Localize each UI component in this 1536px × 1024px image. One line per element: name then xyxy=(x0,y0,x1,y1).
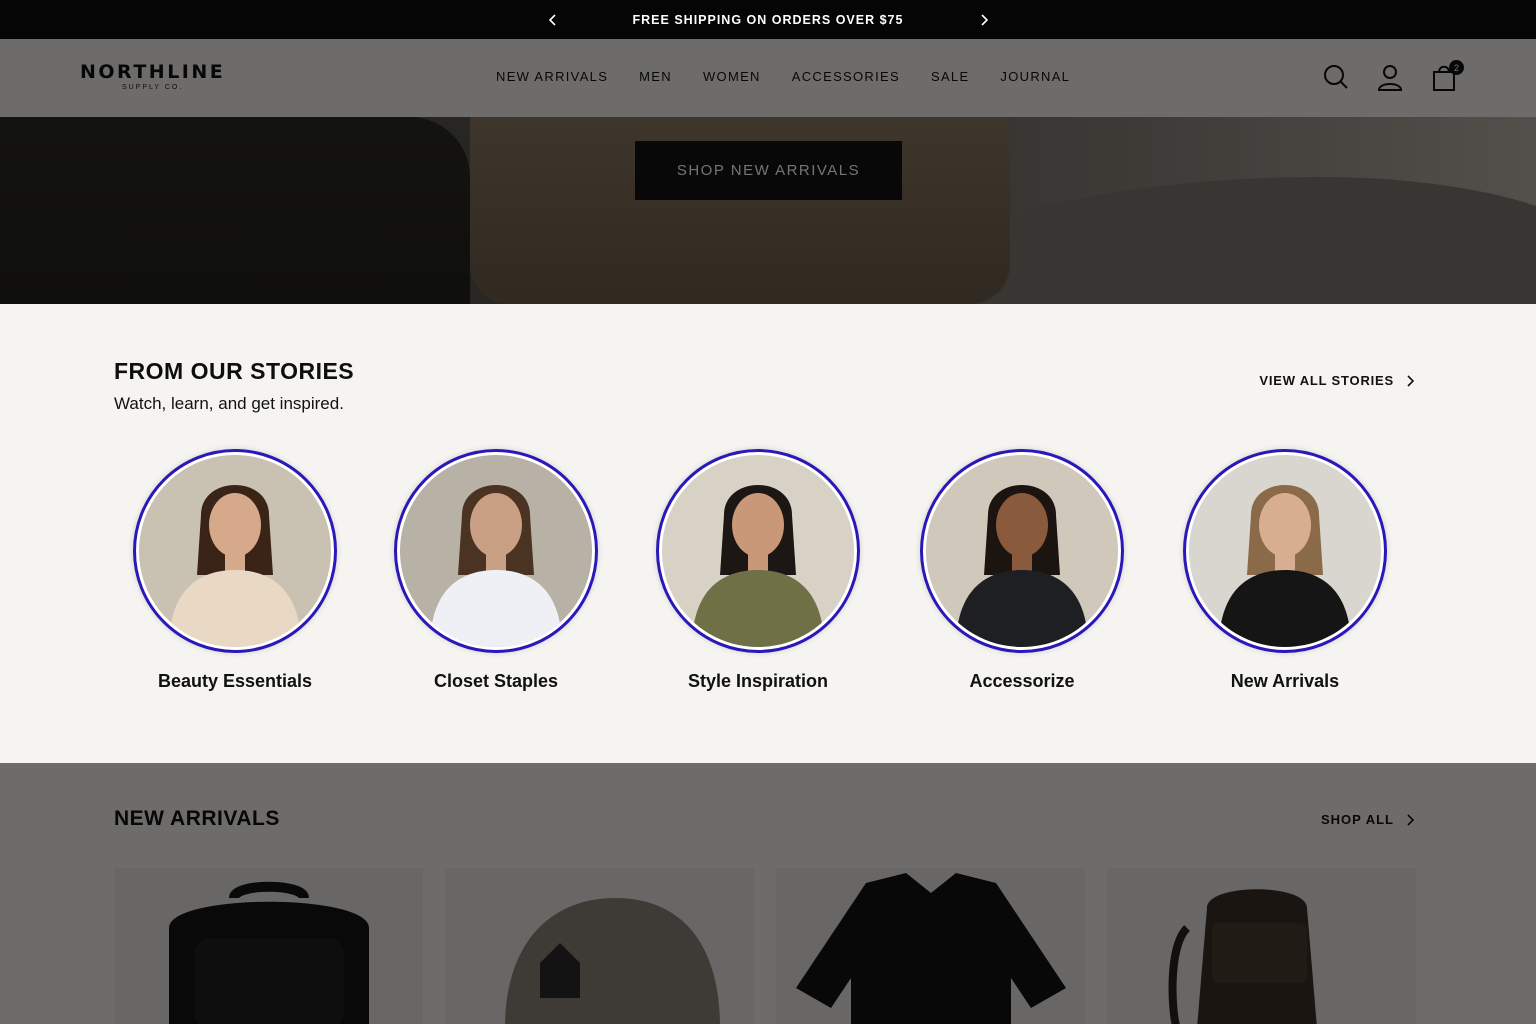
shop-all-link[interactable]: SHOP ALL xyxy=(1321,812,1414,827)
story-label: Accessorize xyxy=(969,671,1075,691)
story-photo xyxy=(662,455,854,647)
chevron-left-icon xyxy=(548,13,556,26)
rucksack-image xyxy=(1168,889,1317,1024)
story-label: Beauty Essentials xyxy=(157,671,313,691)
chevron-right-icon xyxy=(981,13,989,26)
story-new-arrivals[interactable]: New Arrivals xyxy=(1183,449,1387,692)
brand-subtitle: SUPPLY CO. xyxy=(121,84,184,91)
new-arrivals-section: NEW ARRIVALS SHOP ALL xyxy=(0,763,1536,1024)
view-all-stories-label: VIEW ALL STORIES xyxy=(1259,373,1394,388)
shop-new-arrivals-button[interactable]: SHOP NEW ARRIVALS xyxy=(635,141,902,200)
cap-image xyxy=(505,898,720,1024)
brand-name: NORTHLINE xyxy=(80,61,226,83)
story-photo xyxy=(400,455,592,647)
story-ring xyxy=(920,449,1124,653)
account-icon xyxy=(1377,65,1403,91)
product-card-shirt[interactable] xyxy=(776,868,1085,1024)
cart-button[interactable]: 2 xyxy=(1430,60,1464,92)
portrait-illustration xyxy=(926,455,1118,647)
product-card-rucksack[interactable] xyxy=(1107,868,1416,1024)
nav-sale[interactable]: SALE xyxy=(931,69,969,84)
story-closet-staples[interactable]: Closet Staples xyxy=(394,449,598,692)
shirt-image xyxy=(796,873,1066,1024)
story-ring xyxy=(1183,449,1387,653)
search-icon xyxy=(1324,65,1348,89)
story-ring xyxy=(656,449,860,653)
announcement-prev-button[interactable] xyxy=(538,0,568,39)
story-photo xyxy=(139,455,331,647)
cart-count-badge: 2 xyxy=(1449,60,1464,75)
account-button[interactable] xyxy=(1376,62,1404,92)
story-label: Closet Staples xyxy=(433,671,559,691)
story-label: Style Inspiration xyxy=(687,671,829,691)
chevron-right-icon xyxy=(1407,813,1414,826)
story-photo xyxy=(926,455,1118,647)
brand-logo[interactable]: NORTHLINE SUPPLY CO. xyxy=(80,61,225,91)
story-label: New Arrivals xyxy=(1230,671,1340,691)
story-ring xyxy=(133,449,337,653)
chevron-right-icon xyxy=(1407,374,1414,387)
portrait-illustration xyxy=(1189,455,1381,647)
site-header: NORTHLINE SUPPLY CO. NEW ARRIVALS MEN WO… xyxy=(0,39,1536,117)
nav-new-arrivals[interactable]: NEW ARRIVALS xyxy=(496,69,608,84)
stories-subtitle: Watch, learn, and get inspired. xyxy=(114,394,344,413)
view-all-stories-link[interactable]: VIEW ALL STORIES xyxy=(1259,373,1414,388)
backpack-image xyxy=(169,881,369,1024)
new-arrivals-title: NEW ARRIVALS xyxy=(114,807,280,830)
header-icons: 2 xyxy=(1322,60,1464,92)
nav-accessories[interactable]: ACCESSORIES xyxy=(792,69,900,84)
nav-women[interactable]: WOMEN xyxy=(703,69,761,84)
hero-figure-left xyxy=(0,117,470,304)
announcement-bar: FREE SHIPPING ON ORDERS OVER $75 xyxy=(0,0,1536,39)
announcement-text: FREE SHIPPING ON ORDERS OVER $75 xyxy=(632,12,904,27)
stories-title: FROM OUR STORIES xyxy=(114,358,355,384)
nav-men[interactable]: MEN xyxy=(639,69,672,84)
main-nav: NEW ARRIVALS MEN WOMEN ACCESSORIES SALE … xyxy=(496,69,1070,84)
shop-all-label: SHOP ALL xyxy=(1320,812,1394,827)
portrait-illustration xyxy=(400,455,592,647)
nav-journal[interactable]: JOURNAL xyxy=(1000,69,1070,84)
product-card-backpack[interactable] xyxy=(114,868,423,1024)
portrait-illustration xyxy=(662,455,854,647)
announcement-next-button[interactable] xyxy=(969,0,999,39)
story-photo xyxy=(1189,455,1381,647)
story-accessorize[interactable]: Accessorize xyxy=(920,449,1124,692)
product-card-cap[interactable] xyxy=(445,868,754,1024)
story-style-inspiration[interactable]: Style Inspiration xyxy=(656,449,860,692)
search-button[interactable] xyxy=(1322,62,1350,92)
story-ring xyxy=(394,449,598,653)
portrait-illustration xyxy=(139,455,331,647)
stories-panel: FROM OUR STORIES Watch, learn, and get i… xyxy=(0,304,1536,763)
story-beauty-essentials[interactable]: Beauty Essentials xyxy=(133,449,337,692)
